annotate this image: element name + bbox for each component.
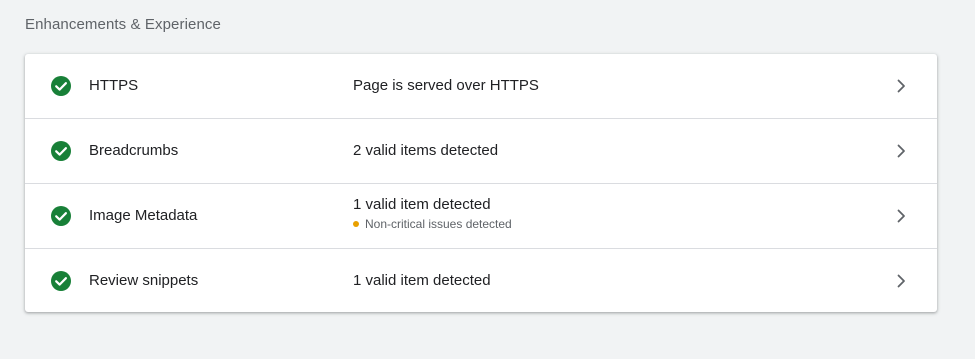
enhancement-status: Page is served over HTTPS	[353, 77, 539, 94]
warning-status-text: Non-critical issues detected	[365, 217, 512, 231]
enhancement-row-https[interactable]: HTTPS Page is served over HTTPS	[25, 54, 937, 119]
chevron-right-icon[interactable]	[893, 143, 909, 159]
enhancement-row-review-snippets[interactable]: Review snippets 1 valid item detected	[25, 249, 937, 312]
warning-status: Non-critical issues detected	[353, 217, 512, 231]
enhancement-name: Review snippets	[89, 272, 199, 289]
chevron-right-icon[interactable]	[893, 78, 909, 94]
enhancement-row-image-metadata[interactable]: Image Metadata 1 valid item detected Non…	[25, 184, 937, 249]
enhancement-row-breadcrumbs[interactable]: Breadcrumbs 2 valid items detected	[25, 119, 937, 184]
enhancement-status: 2 valid items detected	[353, 142, 499, 159]
enhancement-status: 1 valid item detected	[353, 272, 491, 289]
section-title: Enhancements & Experience	[25, 16, 221, 33]
warning-dot-icon	[353, 221, 359, 227]
check-circle-icon	[50, 270, 72, 292]
enhancement-name: HTTPS	[89, 77, 139, 94]
enhancement-name: Breadcrumbs	[89, 142, 179, 159]
enhancement-name: Image Metadata	[89, 207, 198, 224]
check-circle-icon	[50, 75, 72, 97]
enhancements-card: HTTPS Page is served over HTTPS Breadcru…	[25, 54, 937, 312]
enhancement-status: 1 valid item detected	[353, 196, 491, 213]
chevron-right-icon[interactable]	[893, 208, 909, 224]
check-circle-icon	[50, 205, 72, 227]
check-circle-icon	[50, 140, 72, 162]
chevron-right-icon[interactable]	[893, 273, 909, 289]
